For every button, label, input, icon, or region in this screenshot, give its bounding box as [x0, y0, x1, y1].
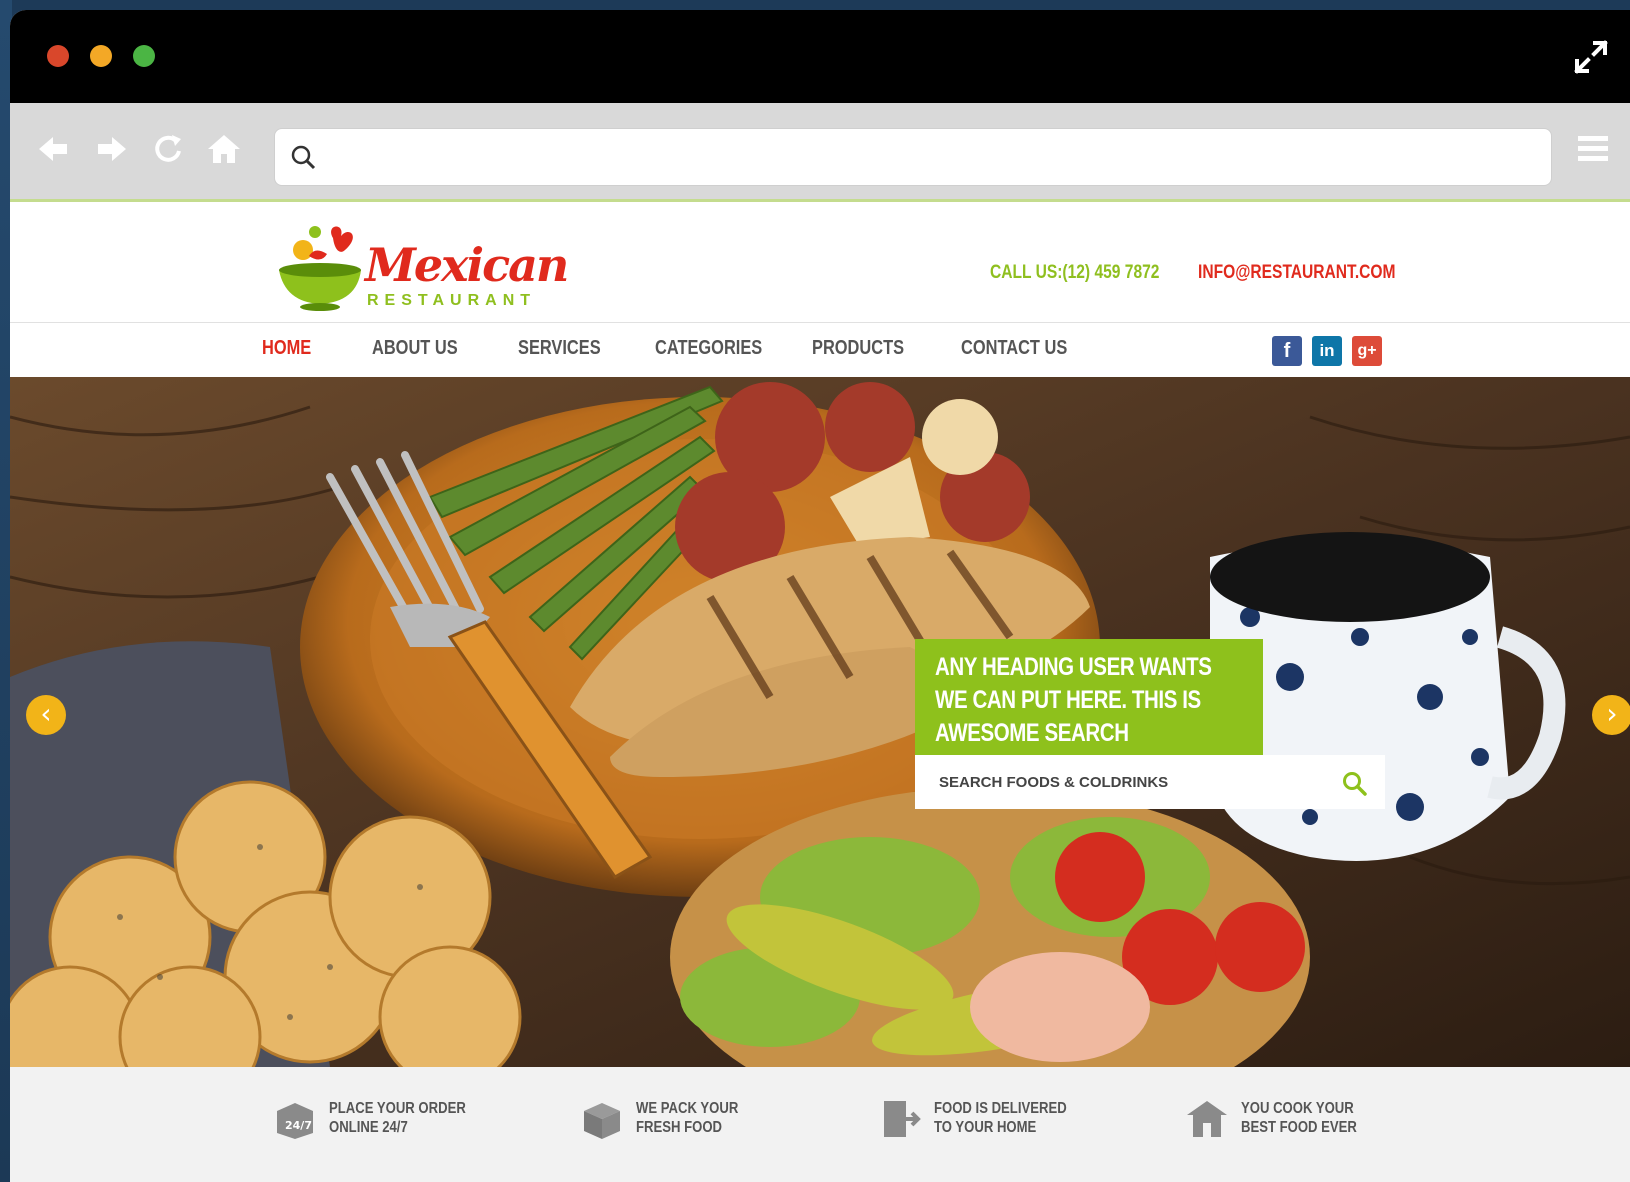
minimize-button[interactable] — [90, 45, 112, 67]
nav-item-products[interactable]: PRODUCTS — [812, 337, 904, 360]
address-bar[interactable] — [274, 128, 1552, 186]
web-page: Mexican RESTAURANT CALL US:(12) 459 7872… — [10, 202, 1630, 1182]
food-hero-image — [10, 377, 1630, 1067]
bowl-logo-icon — [279, 226, 361, 311]
feature-text: YOU COOK YOUR BEST FOOD EVER — [1241, 1100, 1357, 1136]
delivery-door-icon — [884, 1101, 921, 1137]
nav-item-categories[interactable]: CATEGORIES — [655, 337, 762, 360]
title-bar — [10, 10, 1630, 103]
24-7-box-icon: 24/7 — [277, 1103, 313, 1139]
facebook-icon[interactable]: f — [1272, 336, 1302, 366]
nav-item-services[interactable]: SERVICES — [518, 337, 601, 360]
google-plus-icon[interactable]: g+ — [1352, 336, 1382, 366]
main-nav: HOME ABOUT US SERVICES CATEGORIES PRODUC… — [10, 323, 1630, 377]
home-icon[interactable] — [206, 131, 242, 167]
search-icon[interactable] — [1341, 770, 1367, 796]
reload-icon[interactable] — [150, 131, 186, 167]
slider-next-button[interactable]: › — [1592, 695, 1630, 735]
slider-prev-button[interactable]: ‹ — [26, 695, 66, 735]
feature-text: PLACE YOUR ORDER ONLINE 24/7 — [329, 1100, 466, 1136]
nav-item-home[interactable]: HOME — [262, 337, 311, 360]
browser-window: Mexican RESTAURANT CALL US:(12) 459 7872… — [10, 10, 1630, 1182]
food-search-input[interactable] — [915, 755, 1325, 809]
browser-toolbar — [10, 103, 1630, 202]
hero-slider: ‹ › ANY HEADING USER WANTS WE CAN PUT HE… — [10, 377, 1630, 1067]
site-header: Mexican RESTAURANT CALL US:(12) 459 7872… — [10, 202, 1630, 323]
features-bar: 24/7 PLACE YOUR ORDER ONLINE 24/7 WE PACK… — [10, 1067, 1630, 1182]
logo-wordmark: Mexican — [365, 238, 569, 292]
search-icon — [291, 145, 316, 170]
nav-item-contact-us[interactable]: CONTACT US — [961, 337, 1067, 360]
home-cook-icon — [1187, 1101, 1227, 1137]
logo-subtitle: RESTAURANT — [367, 292, 537, 309]
svg-text:24/7: 24/7 — [285, 1119, 312, 1132]
feature-text: WE PACK YOUR FRESH FOOD — [636, 1100, 739, 1136]
hero-heading-box: ANY HEADING USER WANTS WE CAN PUT HERE. … — [915, 639, 1263, 780]
menu-icon[interactable] — [1576, 133, 1610, 165]
linkedin-icon[interactable]: in — [1312, 336, 1342, 366]
contact-email[interactable]: INFO@RESTAURANT.COM — [1198, 262, 1396, 284]
hero-search-bar — [915, 755, 1385, 809]
contact-phone[interactable]: CALL US:(12) 459 7872 — [990, 262, 1159, 284]
nav-item-about-us[interactable]: ABOUT US — [372, 337, 458, 360]
forward-arrow-icon[interactable] — [94, 131, 130, 167]
site-logo[interactable]: Mexican RESTAURANT — [275, 216, 569, 312]
maximize-button[interactable] — [133, 45, 155, 67]
feature-text: FOOD IS DELIVERED TO YOUR HOME — [934, 1100, 1067, 1136]
package-icon — [584, 1103, 620, 1139]
back-arrow-icon[interactable] — [35, 131, 71, 167]
close-button[interactable] — [47, 45, 69, 67]
expand-icon[interactable] — [1572, 38, 1610, 76]
